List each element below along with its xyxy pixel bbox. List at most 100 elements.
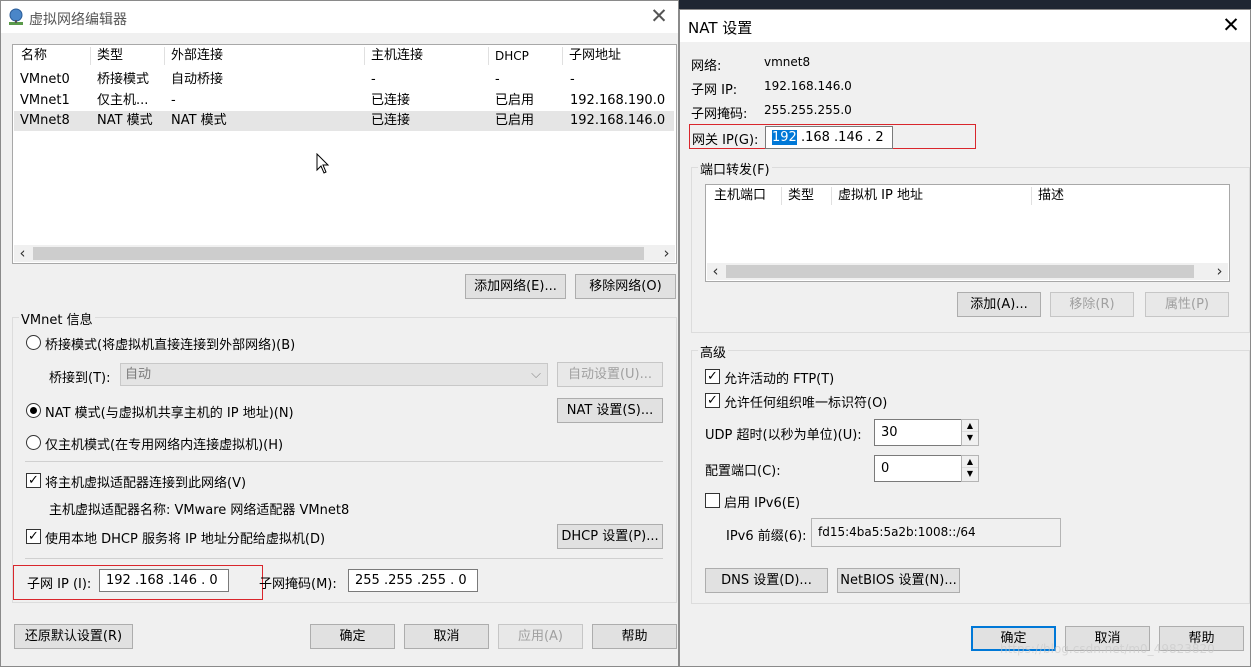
cell-type: 仅主机... [97, 93, 149, 108]
network-value: vmnet8 [764, 55, 811, 69]
scroll-left-icon[interactable]: ‹ [707, 263, 724, 280]
chevron-down-icon: ⌵ [531, 367, 541, 382]
enable-ipv6-label[interactable]: 启用 IPv6(E) [724, 492, 800, 511]
add-port-button[interactable]: 添加(A)... [957, 292, 1041, 317]
cell-dhcp: - [495, 72, 500, 87]
cell-subnet: - [570, 72, 575, 87]
spin-up-icon[interactable]: ▲ [962, 456, 978, 468]
col-subnet[interactable]: 子网地址 [563, 47, 675, 65]
scrollbar-thumb[interactable] [726, 265, 1194, 278]
cell-external: NAT 模式 [171, 113, 227, 128]
port-forwarding-list[interactable]: 主机端口 类型 虚拟机 IP 地址 描述 ‹ › [705, 184, 1230, 282]
netbios-settings-button[interactable]: NetBIOS 设置(N)... [837, 568, 960, 593]
spin-up-icon[interactable]: ▲ [962, 420, 978, 432]
horizontal-scrollbar[interactable]: ‹ › [14, 245, 675, 262]
nat-settings-button[interactable]: NAT 设置(S)... [557, 398, 663, 423]
scroll-right-icon[interactable]: › [658, 245, 675, 262]
horizontal-scrollbar[interactable]: ‹ › [707, 263, 1228, 280]
title-bar: NAT 设置 ✕ [680, 10, 1250, 42]
restore-defaults-button[interactable]: 还原默认设置(R) [14, 624, 133, 649]
enable-ipv6-checkbox[interactable] [705, 493, 720, 508]
bridge-mode-radio[interactable] [26, 335, 41, 350]
col-external[interactable]: 外部连接 [165, 47, 365, 65]
cancel-button[interactable]: 取消 [404, 624, 489, 649]
network-label: 网络: [691, 59, 722, 74]
remove-network-button[interactable]: 移除网络(O) [575, 274, 676, 299]
subnet-mask-input[interactable]: 255 .255 .255 . 0 [348, 569, 478, 592]
scroll-left-icon[interactable]: ‹ [14, 245, 31, 262]
vmnet-info-label: VMnet 信息 [19, 309, 95, 328]
vmnet-info-group: VMnet 信息 [12, 309, 677, 603]
host-only-label[interactable]: 仅主机模式(在专用网络内连接虚拟机)(H) [45, 434, 283, 453]
bridge-mode-label[interactable]: 桥接模式(将虚拟机直接连接到外部网络)(B) [45, 334, 295, 353]
allow-oui-checkbox[interactable]: ✓ [705, 393, 720, 408]
watermark: https://blog.csdn.net/m0_49823820 [1000, 642, 1215, 656]
add-network-button[interactable]: 添加网络(E)... [465, 274, 566, 299]
apply-button[interactable]: 应用(A) [498, 624, 583, 649]
allow-ftp-checkbox[interactable]: ✓ [705, 369, 720, 384]
dns-settings-button[interactable]: DNS 设置(D)... [705, 568, 828, 593]
col-host[interactable]: 主机连接 [365, 47, 489, 65]
table-row-selected[interactable]: VMnet8 NAT 模式 NAT 模式 已连接 已启用 192.168.146… [14, 111, 674, 131]
subnet-ip-value: 192.168.146.0 [764, 79, 852, 93]
mouse-cursor-icon [316, 153, 330, 174]
nat-settings-window: NAT 设置 ✕ 网络: vmnet8 子网 IP: 192.168.146.0… [679, 9, 1251, 667]
connect-adapter-checkbox[interactable]: ✓ [26, 473, 41, 488]
cell-dhcp: 已启用 [495, 113, 535, 128]
config-port-spinner[interactable]: ▲ ▼ [961, 455, 979, 482]
bridge-to-select[interactable]: 自动 ⌵ [120, 363, 548, 386]
dhcp-settings-button[interactable]: DHCP 设置(P)... [557, 524, 663, 549]
col-host-port[interactable]: 主机端口 [708, 187, 782, 205]
gateway-ip-input[interactable]: 192 .168 .146 . 2 [765, 126, 893, 149]
properties-button[interactable]: 属性(P) [1145, 292, 1229, 317]
cell-host: 已连接 [371, 113, 411, 128]
allow-ftp-label[interactable]: 允许活动的 FTP(T) [724, 368, 834, 387]
col-description[interactable]: 描述 [1032, 187, 1222, 205]
col-vm-ip[interactable]: 虚拟机 IP 地址 [832, 187, 1032, 205]
config-port-input[interactable]: 0 [874, 455, 962, 482]
nat-mode-label[interactable]: NAT 模式(与虚拟机共享主机的 IP 地址)(N) [45, 402, 294, 421]
bridge-to-value: 自动 [125, 367, 152, 382]
remove-port-button[interactable]: 移除(R) [1050, 292, 1134, 317]
bridge-to-label: 桥接到(T): [49, 371, 111, 386]
connect-adapter-label[interactable]: 将主机虚拟适配器连接到此网络(V) [45, 472, 246, 491]
cell-name: VMnet0 [20, 72, 70, 87]
scrollbar-thumb[interactable] [33, 247, 644, 260]
advanced-label: 高级 [698, 342, 729, 361]
udp-timeout-spinner[interactable]: ▲ ▼ [961, 419, 979, 446]
scroll-right-icon[interactable]: › [1211, 263, 1228, 280]
subnet-mask-value: 255.255.255.0 [764, 103, 852, 117]
close-icon[interactable]: ✕ [646, 4, 672, 30]
host-only-radio[interactable] [26, 435, 41, 450]
close-icon[interactable]: ✕ [1218, 13, 1244, 39]
subnet-mask-label: 子网掩码(M): [259, 577, 337, 592]
cell-name: VMnet1 [20, 93, 70, 108]
allow-oui-label[interactable]: 允许任何组织唯一标识符(O) [724, 392, 887, 411]
ipv6-prefix-label: IPv6 前缀(6): [726, 529, 807, 544]
network-list[interactable]: 名称 类型 外部连接 主机连接 DHCP 子网地址 VMnet0 桥接模式 自动… [12, 44, 677, 264]
list-header: 主机端口 类型 虚拟机 IP 地址 描述 [706, 185, 1229, 207]
gateway-label: 网关 IP(G): [692, 133, 759, 148]
ipv6-prefix-input[interactable]: fd15:4ba5:5a2b:1008::/64 [811, 518, 1061, 547]
col-type[interactable]: 类型 [91, 47, 165, 65]
ok-button[interactable]: 确定 [310, 624, 395, 649]
use-dhcp-checkbox[interactable]: ✓ [26, 529, 41, 544]
col-name[interactable]: 名称 [15, 47, 91, 65]
udp-timeout-input[interactable]: 30 [874, 419, 962, 446]
auto-settings-button[interactable]: 自动设置(U)... [557, 362, 663, 387]
table-row[interactable]: VMnet1 仅主机... - 已连接 已启用 192.168.190.0 [14, 91, 674, 111]
window-title: 虚拟网络编辑器 [29, 12, 127, 28]
col-type[interactable]: 类型 [782, 187, 832, 205]
nat-mode-radio[interactable] [26, 403, 41, 418]
help-button[interactable]: 帮助 [592, 624, 677, 649]
use-dhcp-label[interactable]: 使用本地 DHCP 服务将 IP 地址分配给虚拟机(D) [45, 528, 325, 547]
subnet-ip-input[interactable]: 192 .168 .146 . 0 [99, 569, 229, 592]
window-title: NAT 设置 [688, 19, 753, 37]
spin-down-icon[interactable]: ▼ [962, 432, 978, 444]
cell-host: - [371, 72, 376, 87]
spin-down-icon[interactable]: ▼ [962, 468, 978, 480]
cell-type: 桥接模式 [97, 72, 150, 87]
cell-type: NAT 模式 [97, 113, 153, 128]
col-dhcp[interactable]: DHCP [489, 47, 563, 65]
table-row[interactable]: VMnet0 桥接模式 自动桥接 - - - [14, 70, 674, 90]
